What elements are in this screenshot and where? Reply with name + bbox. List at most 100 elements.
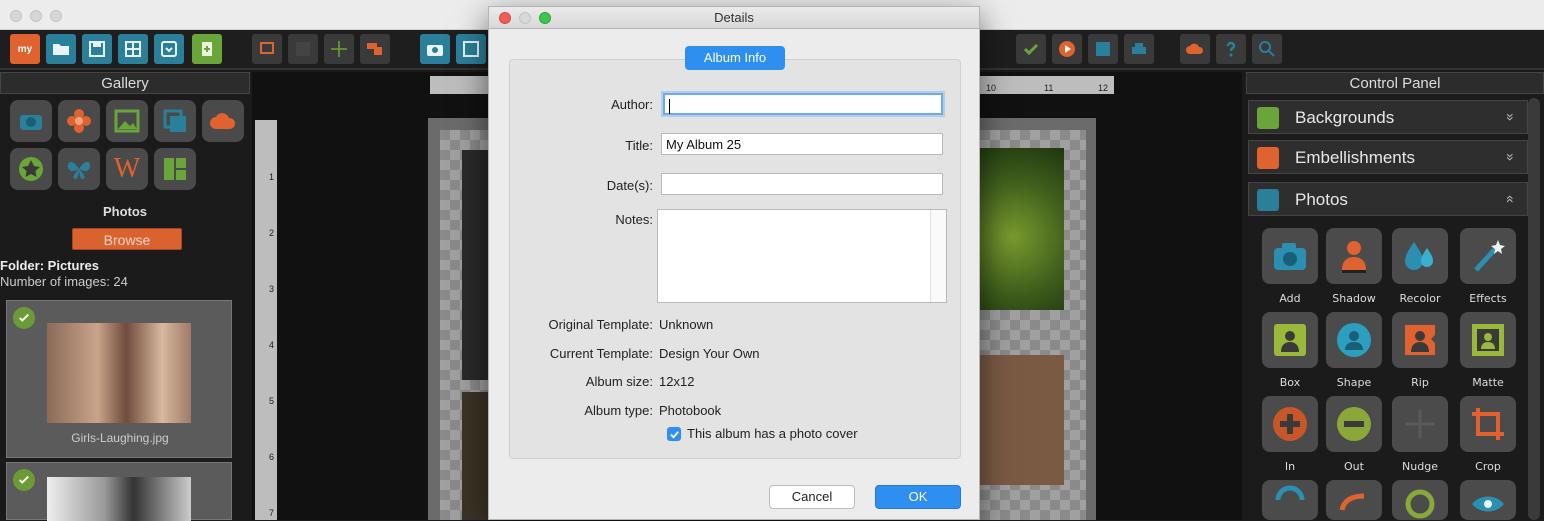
- checkmark-icon: [13, 307, 35, 329]
- album-size-value: 12x12: [659, 374, 695, 389]
- star-icon[interactable]: [10, 148, 52, 190]
- help-icon[interactable]: [1216, 34, 1246, 64]
- gallery-title: Gallery: [0, 72, 250, 94]
- cloud-icon[interactable]: [1180, 34, 1210, 64]
- dates-input[interactable]: [661, 173, 943, 195]
- redo-button[interactable]: [1326, 480, 1382, 520]
- save-icon[interactable]: [82, 34, 112, 64]
- photo-preview: [47, 323, 191, 423]
- tool-label: Effects: [1469, 292, 1507, 305]
- control-panel-scrollbar[interactable]: [1528, 98, 1540, 520]
- close-window-button[interactable]: [10, 10, 22, 22]
- author-input[interactable]: [663, 93, 943, 115]
- ruler-number: 12: [1098, 83, 1109, 93]
- album-size-label: Album size:: [585, 374, 653, 389]
- preview-eye-button[interactable]: [1460, 480, 1516, 520]
- control-panel-title: Control Panel: [1246, 72, 1544, 94]
- tab-album-info[interactable]: Album Info: [685, 46, 785, 70]
- add-page-icon[interactable]: [192, 34, 222, 64]
- cancel-button[interactable]: Cancel: [769, 485, 855, 509]
- ok-button[interactable]: OK: [875, 485, 961, 509]
- open-folder-icon[interactable]: [46, 34, 76, 64]
- camera-add-icon[interactable]: [420, 34, 450, 64]
- details-dialog: Details Album Info Author: Title: My Alb…: [488, 6, 980, 520]
- play-icon[interactable]: [1052, 34, 1082, 64]
- ruler-number: 1: [269, 172, 275, 182]
- shape-frame-button[interactable]: [1326, 312, 1382, 368]
- dates-label: Date(s):: [606, 178, 653, 193]
- my-logo-icon[interactable]: my: [10, 34, 40, 64]
- effects-button[interactable]: [1460, 228, 1516, 284]
- zoom-window-button[interactable]: [50, 10, 62, 22]
- cloud-icon[interactable]: [202, 100, 244, 142]
- photos-section: Photos Browse Folder: Pictures Number of…: [0, 198, 250, 294]
- camera-icon[interactable]: [10, 100, 52, 142]
- box-frame-button[interactable]: [1262, 312, 1318, 368]
- tool-label: In: [1284, 460, 1296, 473]
- checkmark-icon: [13, 469, 35, 491]
- rip-frame-button[interactable]: [1392, 312, 1448, 368]
- matte-frame-button[interactable]: [1460, 312, 1516, 368]
- zoom-in-button[interactable]: [1262, 396, 1318, 452]
- dialog-titlebar: Details: [489, 7, 979, 29]
- section-photos[interactable]: Photos «: [1248, 182, 1528, 216]
- shadow-button[interactable]: [1326, 228, 1382, 284]
- chevron-up-icon: «: [1503, 195, 1520, 203]
- chevron-down-icon: »: [1503, 153, 1520, 161]
- zoom-icon[interactable]: [1252, 34, 1282, 64]
- approve-icon[interactable]: [1016, 34, 1046, 64]
- folder-label: Folder: Pictures: [0, 258, 99, 273]
- current-template-value: Design Your Own: [659, 346, 760, 361]
- gallery-panel: Gallery W Photos Browse Folder: Pictures…: [0, 72, 250, 521]
- recolor-button[interactable]: [1392, 228, 1448, 284]
- thumbnail-caption: Girls-Laughing.jpg: [71, 431, 169, 445]
- word-art-icon[interactable]: W: [106, 148, 148, 190]
- photo-cover-checkbox[interactable]: [667, 427, 681, 441]
- layout-icon[interactable]: [118, 34, 148, 64]
- notes-textarea[interactable]: [657, 209, 947, 303]
- photo-cover-label[interactable]: This album has a photo cover: [687, 426, 858, 441]
- minimize-window-button[interactable]: [30, 10, 42, 22]
- flower-icon[interactable]: [58, 100, 100, 142]
- add-photo-button[interactable]: [1262, 228, 1318, 284]
- ruler-number: 10: [986, 83, 997, 93]
- ruler-number: 6: [269, 452, 275, 462]
- zoom-out-button[interactable]: [1326, 396, 1382, 452]
- arrange-icon[interactable]: [360, 34, 390, 64]
- export-icon[interactable]: [154, 34, 184, 64]
- section-embellishments[interactable]: Embellishments »: [1248, 140, 1528, 174]
- ruler-number: 5: [269, 396, 275, 406]
- frame-icon[interactable]: [456, 34, 486, 64]
- page-icon[interactable]: [252, 34, 282, 64]
- image-icon[interactable]: [106, 100, 148, 142]
- tool-label: Shadow: [1332, 292, 1376, 305]
- layout-panels-icon[interactable]: [154, 148, 196, 190]
- upload-icon[interactable]: [1088, 34, 1118, 64]
- print-icon[interactable]: [1124, 34, 1154, 64]
- browse-button[interactable]: Browse: [72, 228, 182, 250]
- ruler-number: 7: [269, 508, 275, 518]
- original-template-label: Original Template:: [548, 317, 653, 332]
- crop-button[interactable]: [1460, 396, 1516, 452]
- title-input[interactable]: My Album 25: [661, 133, 943, 155]
- title-label: Title:: [625, 138, 653, 153]
- tool-label: Add: [1279, 292, 1301, 305]
- top-ruler: [430, 76, 488, 94]
- placed-photo[interactable]: [978, 355, 1064, 485]
- logo-text: my: [17, 43, 33, 55]
- grid-icon[interactable]: [288, 34, 318, 64]
- tool-label: Rip: [1411, 376, 1429, 389]
- photo-thumbnail[interactable]: Girls-Laughing.jpg: [6, 300, 232, 458]
- notes-scrollbar[interactable]: [930, 210, 946, 302]
- section-backgrounds[interactable]: Backgrounds »: [1248, 100, 1528, 134]
- ruler-number: 11: [1044, 83, 1054, 93]
- photo-thumbnail[interactable]: [6, 462, 232, 521]
- placed-photo[interactable]: [978, 148, 1064, 310]
- undo-button[interactable]: [1262, 480, 1318, 520]
- guides-icon[interactable]: [324, 34, 354, 64]
- layers-icon[interactable]: [154, 100, 196, 142]
- nudge-button[interactable]: [1392, 396, 1448, 452]
- rotate-button[interactable]: [1392, 480, 1448, 520]
- butterfly-icon[interactable]: [58, 148, 100, 190]
- camera-icon: [1257, 189, 1279, 211]
